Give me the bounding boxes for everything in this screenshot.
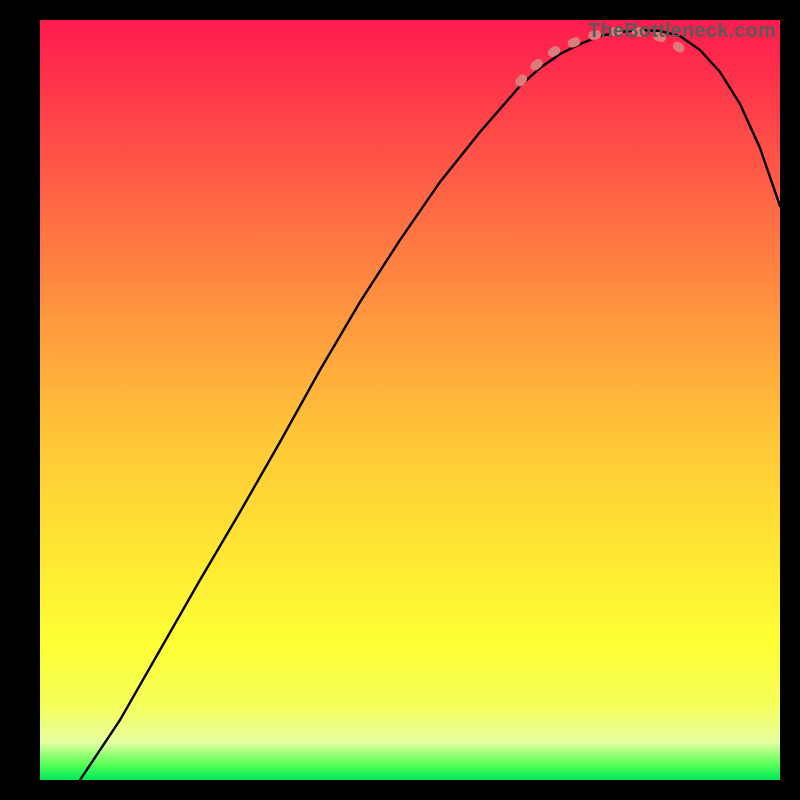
optimum-marker <box>40 20 780 780</box>
watermark-text: TheBottleneck.com <box>588 20 776 43</box>
chart-frame: TheBottleneck.com <box>40 20 780 780</box>
